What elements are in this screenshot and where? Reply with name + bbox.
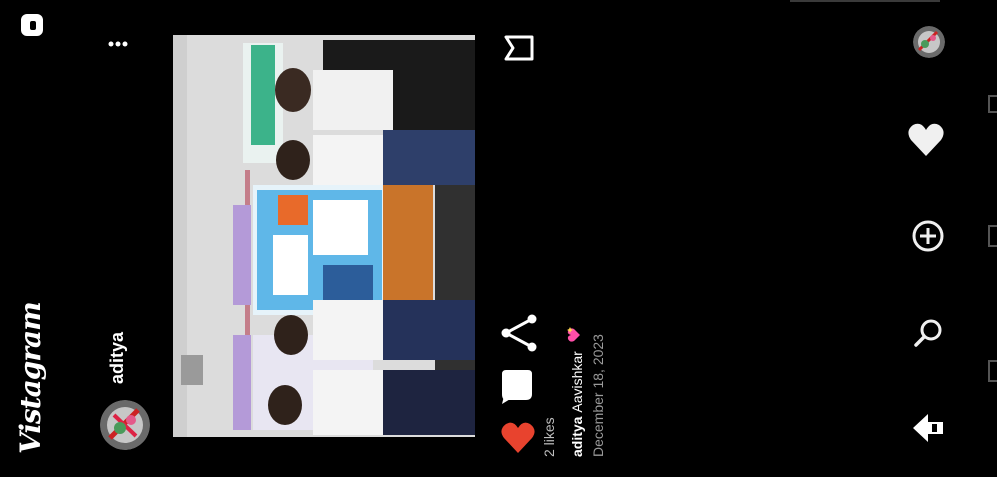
comment-icon[interactable]	[500, 368, 534, 404]
search-icon[interactable]	[908, 312, 948, 352]
create-post-icon[interactable]	[908, 216, 948, 256]
caption-text: Aavishkar	[569, 351, 585, 413]
post-date: December 18, 2023	[590, 334, 606, 457]
sparkle-heart-icon	[566, 327, 585, 343]
profile-avatar[interactable]	[913, 26, 945, 58]
heart-icon[interactable]	[500, 420, 536, 456]
home-icon[interactable]	[908, 408, 948, 448]
bookmark-icon[interactable]	[503, 33, 535, 63]
messages-icon[interactable]	[21, 14, 43, 36]
activity-heart-icon[interactable]	[906, 120, 946, 160]
edge-handle	[988, 360, 997, 382]
post-username[interactable]: aditya	[107, 332, 128, 384]
likes-count[interactable]: 2 likes	[541, 417, 557, 457]
share-icon[interactable]	[500, 313, 538, 353]
caption: aditya Aavishkar	[566, 327, 585, 457]
edge-handle	[988, 95, 997, 113]
caption-username[interactable]: aditya	[569, 417, 585, 457]
app-logo: Vistagram	[14, 302, 47, 454]
edge-handle	[988, 225, 997, 247]
avatar[interactable]	[100, 400, 150, 450]
more-icon[interactable]	[107, 36, 129, 52]
status-bar-line	[790, 0, 940, 2]
post-photo[interactable]	[173, 35, 475, 437]
